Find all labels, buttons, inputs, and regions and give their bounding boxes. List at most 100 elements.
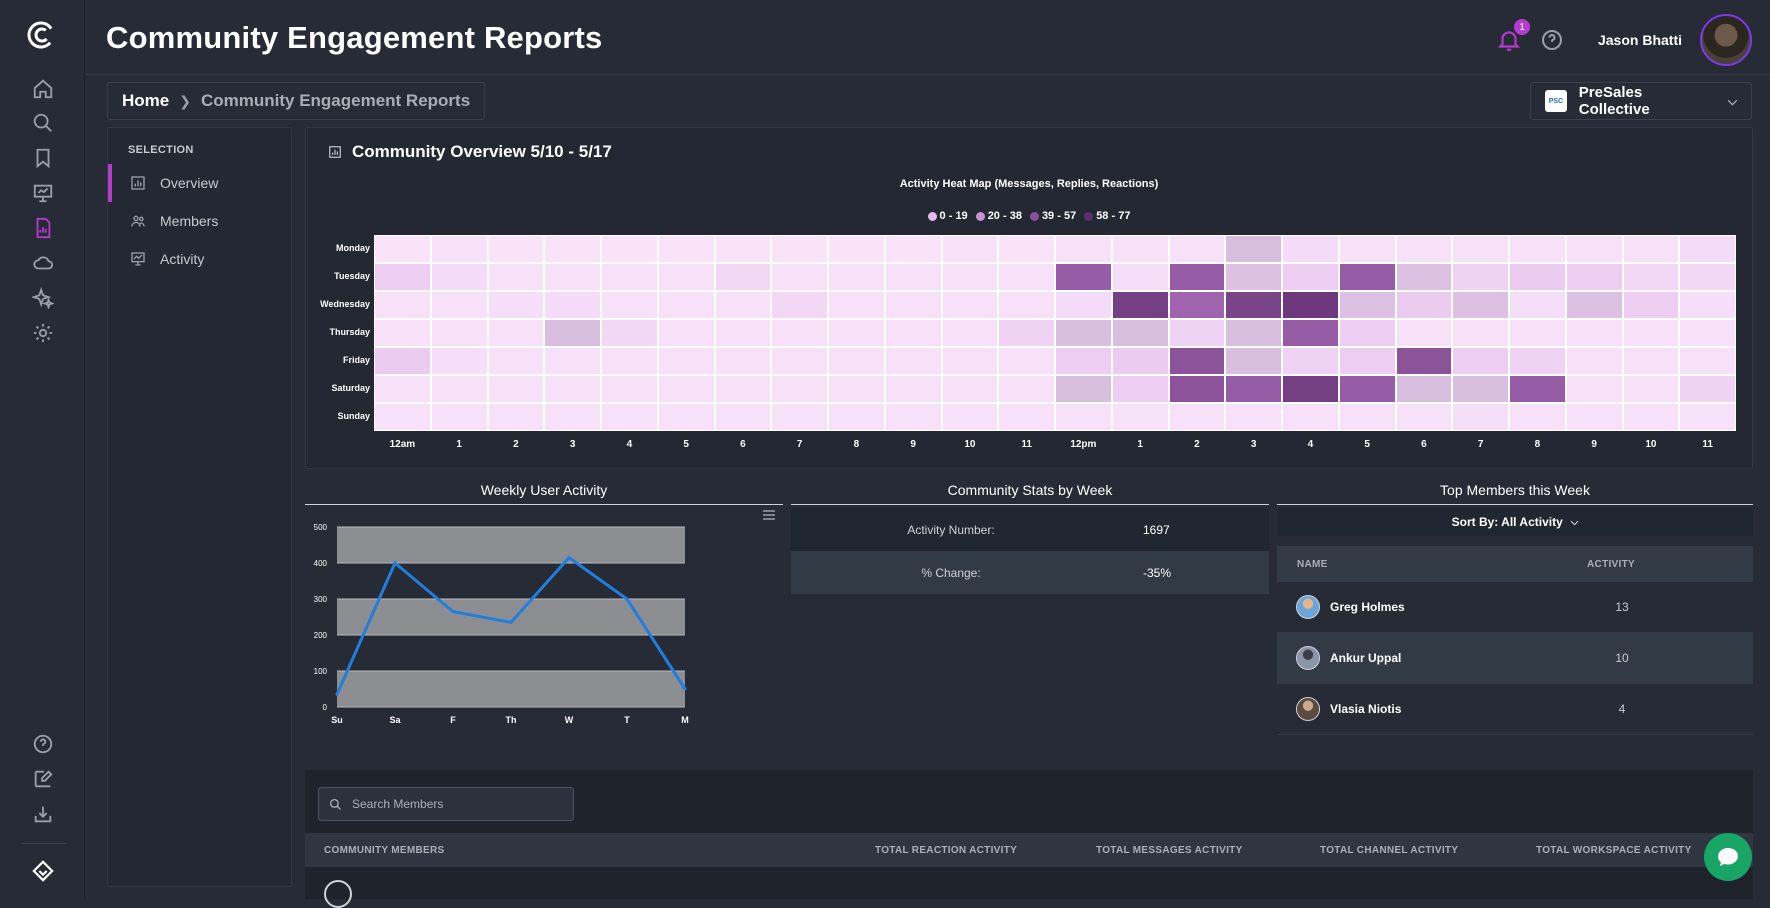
heatmap-cell[interactable] — [659, 292, 714, 318]
heatmap-cell[interactable] — [1680, 320, 1735, 346]
heatmap-cell[interactable] — [659, 264, 714, 290]
column-header-messages-activity[interactable]: TOTAL MESSAGES ACTIVITY — [1096, 845, 1243, 856]
heatmap-cell[interactable] — [659, 236, 714, 262]
home-icon[interactable] — [30, 76, 56, 102]
heatmap-cell[interactable] — [1340, 404, 1395, 430]
heatmap-cell[interactable] — [716, 264, 771, 290]
heatmap-cell[interactable] — [602, 236, 657, 262]
sparkles-icon[interactable] — [30, 285, 56, 311]
heatmap-cell[interactable] — [489, 404, 544, 430]
heatmap-cell[interactable] — [1170, 404, 1225, 430]
heatmap-cell[interactable] — [829, 348, 884, 374]
heatmap-cell[interactable] — [1567, 320, 1622, 346]
heatmap-cell[interactable] — [1340, 320, 1395, 346]
column-header-reaction-activity[interactable]: TOTAL REACTION ACTIVITY — [875, 845, 1017, 856]
breadcrumb-home-link[interactable]: Home — [122, 91, 169, 111]
heatmap-cell[interactable] — [1567, 264, 1622, 290]
column-header-name[interactable]: NAME — [1277, 559, 1587, 570]
search-members-field[interactable]: Search Members — [318, 787, 574, 821]
heatmap-cell[interactable] — [1453, 404, 1508, 430]
heatmap-cell[interactable] — [545, 348, 600, 374]
heatmap-cell[interactable] — [1340, 348, 1395, 374]
heatmap-cell[interactable] — [602, 376, 657, 402]
heatmap-cell[interactable] — [943, 236, 998, 262]
heatmap-cell[interactable] — [1226, 292, 1281, 318]
heatmap-cell[interactable] — [886, 292, 941, 318]
heatmap-cell[interactable] — [772, 320, 827, 346]
heatmap-cell[interactable] — [886, 236, 941, 262]
heatmap-cell[interactable] — [1453, 348, 1508, 374]
chart-menu-icon[interactable] — [763, 511, 775, 519]
edit-icon[interactable] — [30, 766, 56, 792]
heatmap-cell[interactable] — [432, 404, 487, 430]
heatmap-cell[interactable] — [886, 348, 941, 374]
heatmap-cell[interactable] — [1170, 292, 1225, 318]
heatmap-cell[interactable] — [1680, 376, 1735, 402]
heatmap-cell[interactable] — [1624, 348, 1679, 374]
heatmap-cell[interactable] — [1226, 236, 1281, 262]
heatmap-cell[interactable] — [375, 264, 430, 290]
heatmap-cell[interactable] — [1680, 292, 1735, 318]
heatmap-cell[interactable] — [772, 292, 827, 318]
heatmap-cell[interactable] — [1624, 320, 1679, 346]
heatmap-cell[interactable] — [1567, 404, 1622, 430]
heatmap-cell[interactable] — [602, 404, 657, 430]
cloud-icon[interactable] — [30, 250, 56, 276]
table-row[interactable]: Ankur Uppal 10 — [1277, 633, 1753, 684]
heatmap-cell[interactable] — [1453, 236, 1508, 262]
heatmap-cell[interactable] — [1283, 320, 1338, 346]
heatmap-cell[interactable] — [1113, 348, 1168, 374]
heatmap-cell[interactable] — [829, 236, 884, 262]
heatmap-cell[interactable] — [1170, 348, 1225, 374]
heatmap-cell[interactable] — [829, 264, 884, 290]
heatmap-cell[interactable] — [489, 264, 544, 290]
heatmap-cell[interactable] — [829, 376, 884, 402]
heatmap-cell[interactable] — [1226, 404, 1281, 430]
heatmap-cell[interactable] — [716, 292, 771, 318]
heatmap-cell[interactable] — [489, 320, 544, 346]
help-circle-icon[interactable] — [1540, 28, 1564, 52]
heatmap-cell[interactable] — [1226, 376, 1281, 402]
heatmap-cell[interactable] — [1226, 348, 1281, 374]
heatmap-cell[interactable] — [886, 376, 941, 402]
app-logo-icon[interactable] — [26, 20, 56, 50]
column-header-channel-activity[interactable]: TOTAL CHANNEL ACTIVITY — [1320, 845, 1458, 856]
selection-item-activity[interactable]: Activity — [108, 240, 292, 278]
heatmap-cell[interactable] — [999, 348, 1054, 374]
heatmap-cell[interactable] — [432, 264, 487, 290]
heatmap-cell[interactable] — [716, 348, 771, 374]
table-row[interactable]: Vlasia Niotis 4 — [1277, 684, 1753, 735]
heatmap-cell[interactable] — [1283, 404, 1338, 430]
heatmap-cell[interactable] — [1624, 292, 1679, 318]
heatmap-cell[interactable] — [1340, 376, 1395, 402]
heatmap-cell[interactable] — [1397, 264, 1452, 290]
heatmap-cell[interactable] — [772, 236, 827, 262]
selection-item-members[interactable]: Members — [108, 202, 292, 240]
heatmap-cell[interactable] — [1056, 404, 1111, 430]
settings-gear-icon[interactable] — [30, 320, 56, 346]
heatmap-cell[interactable] — [432, 376, 487, 402]
heatmap-cell[interactable] — [432, 348, 487, 374]
heatmap-cell[interactable] — [1056, 236, 1111, 262]
heatmap-cell[interactable] — [1283, 376, 1338, 402]
heatmap-cell[interactable] — [999, 404, 1054, 430]
heatmap-cell[interactable] — [1113, 320, 1168, 346]
heatmap-cell[interactable] — [1680, 404, 1735, 430]
presentation-icon[interactable] — [30, 180, 56, 206]
heatmap-cell[interactable] — [1113, 404, 1168, 430]
heatmap-cell[interactable] — [886, 404, 941, 430]
heatmap-cell[interactable] — [1170, 320, 1225, 346]
heatmap-cell[interactable] — [1397, 348, 1452, 374]
heatmap-cell[interactable] — [432, 292, 487, 318]
heatmap-cell[interactable] — [716, 320, 771, 346]
heatmap-cell[interactable] — [1283, 292, 1338, 318]
heatmap-cell[interactable] — [1453, 264, 1508, 290]
heatmap-cell[interactable] — [1453, 320, 1508, 346]
heatmap-cell[interactable] — [545, 236, 600, 262]
heatmap-cell[interactable] — [1624, 404, 1679, 430]
heatmap-cell[interactable] — [1453, 292, 1508, 318]
organization-selector[interactable]: PSC PreSales Collective ⌵ — [1530, 82, 1752, 120]
heatmap-cell[interactable] — [375, 292, 430, 318]
heatmap-cell[interactable] — [602, 264, 657, 290]
heatmap-cell[interactable] — [1680, 264, 1735, 290]
